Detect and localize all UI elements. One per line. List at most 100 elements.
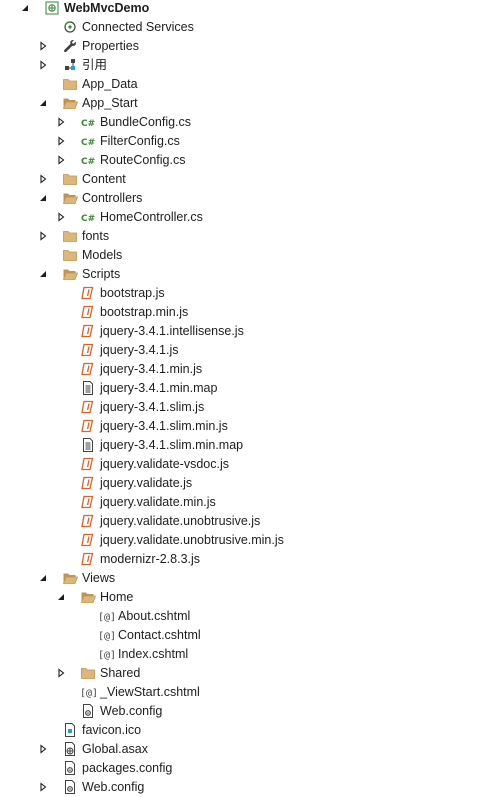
- tree-item-properties[interactable]: Properties: [0, 37, 482, 56]
- tree-item-controllers[interactable]: Controllers: [0, 189, 482, 208]
- expanded-chevron-icon[interactable]: [20, 3, 30, 13]
- tree-item-label: jquery.validate-vsdoc.js: [100, 457, 229, 471]
- tree-item-bundleconfig-cs[interactable]: C# BundleConfig.cs: [0, 113, 482, 132]
- tree-item-label: Index.cshtml: [118, 647, 189, 661]
- tree-item-label: Models: [82, 248, 123, 262]
- tree-item-jquery-3-4-1-intellisense-js[interactable]: jquery-3.4.1.intellisense.js: [0, 322, 482, 341]
- tree-item-jquery-3-4-1-slim-js[interactable]: jquery-3.4.1.slim.js: [0, 398, 482, 417]
- tree-item-bootstrap-js[interactable]: bootstrap.js: [0, 284, 482, 303]
- tree-item-app-data[interactable]: App_Data: [0, 75, 482, 94]
- tree-item-models[interactable]: Models: [0, 246, 482, 265]
- expanded-chevron-icon[interactable]: [56, 592, 66, 602]
- tree-item-fonts[interactable]: fonts: [0, 227, 482, 246]
- collapsed-chevron-icon[interactable]: [38, 60, 48, 70]
- svg-text:C#: C#: [81, 157, 95, 167]
- tree-item-homecontroller-cs[interactable]: C# HomeController.cs: [0, 208, 482, 227]
- tree-item-connected-services[interactable]: Connected Services: [0, 18, 482, 37]
- js-file-icon: [80, 494, 96, 510]
- tree-item-label: About.cshtml: [118, 609, 191, 623]
- tree-item-jquery-3-4-1-min-js[interactable]: jquery-3.4.1.min.js: [0, 360, 482, 379]
- tree-item-label: favicon.ico: [82, 723, 142, 737]
- config-file-icon: [80, 703, 96, 719]
- tree-item-label: Web.config: [100, 704, 163, 718]
- text-file-icon: [80, 437, 96, 453]
- tree-item-label: jquery.validate.min.js: [100, 495, 216, 509]
- tree-item-shared[interactable]: Shared: [0, 664, 482, 683]
- svg-text:C#: C#: [81, 214, 95, 224]
- tree-item-label: 引用: [82, 58, 108, 72]
- js-file-icon: [80, 399, 96, 415]
- collapsed-chevron-icon[interactable]: [56, 668, 66, 678]
- collapsed-chevron-icon[interactable]: [38, 231, 48, 241]
- expanded-chevron-icon[interactable]: [38, 193, 48, 203]
- collapsed-chevron-icon[interactable]: [56, 117, 66, 127]
- svg-text:[@]: [@]: [80, 688, 96, 699]
- js-file-icon: [80, 342, 96, 358]
- tree-item-jquery-validate-min-js[interactable]: jquery.validate.min.js: [0, 493, 482, 512]
- global-asax-icon: [62, 741, 78, 757]
- csharp-file-icon: C#: [80, 114, 96, 130]
- tree-item-webmvcdemo[interactable]: WebMvcDemo: [0, 0, 482, 18]
- svg-text:[@]: [@]: [98, 612, 114, 623]
- tree-item-jquery-3-4-1-js[interactable]: jquery-3.4.1.js: [0, 341, 482, 360]
- tree-item-bootstrap-min-js[interactable]: bootstrap.min.js: [0, 303, 482, 322]
- tree-item-modernizr-2-8-3-js[interactable]: modernizr-2.8.3.js: [0, 550, 482, 569]
- tree-item-scripts[interactable]: Scripts: [0, 265, 482, 284]
- tree-item-jquery-3-4-1-min-map[interactable]: jquery-3.4.1.min.map: [0, 379, 482, 398]
- tree-item-views[interactable]: Views: [0, 569, 482, 588]
- js-file-icon: [80, 532, 96, 548]
- js-file-icon: [80, 418, 96, 434]
- collapsed-chevron-icon[interactable]: [56, 136, 66, 146]
- tree-item-filterconfig-cs[interactable]: C# FilterConfig.cs: [0, 132, 482, 151]
- folder-open-icon: [62, 95, 78, 111]
- tree-item-global-asax[interactable]: Global.asax: [0, 740, 482, 759]
- tree-item-favicon-ico[interactable]: favicon.ico: [0, 721, 482, 740]
- tree-item-packages-config[interactable]: packages.config: [0, 759, 482, 778]
- tree-item-web-config[interactable]: Web.config: [0, 702, 482, 721]
- tree-item-viewstart-cshtml[interactable]: [@] _ViewStart.cshtml: [0, 683, 482, 702]
- tree-item-item[interactable]: 引用: [0, 56, 482, 75]
- folder-icon: [62, 247, 78, 263]
- config-file-icon: [62, 779, 78, 795]
- folder-icon: [80, 665, 96, 681]
- tree-item-label: WebMvcDemo: [64, 1, 150, 15]
- tree-item-label: jquery.validate.js: [100, 476, 193, 490]
- tree-item-web-config[interactable]: Web.config: [0, 778, 482, 797]
- tree-item-contact-cshtml[interactable]: [@] Contact.cshtml: [0, 626, 482, 645]
- collapsed-chevron-icon[interactable]: [38, 41, 48, 51]
- tree-item-app-start[interactable]: App_Start: [0, 94, 482, 113]
- collapsed-chevron-icon[interactable]: [38, 174, 48, 184]
- tree-item-label: jquery-3.4.1.slim.js: [100, 400, 205, 414]
- tree-item-label: Properties: [82, 39, 139, 53]
- tree-item-index-cshtml[interactable]: [@] Index.cshtml: [0, 645, 482, 664]
- svg-text:[@]: [@]: [98, 631, 114, 642]
- tree-item-label: FilterConfig.cs: [100, 134, 180, 148]
- tree-item-label: jquery-3.4.1.slim.min.js: [100, 419, 228, 433]
- folder-icon: [62, 76, 78, 92]
- expanded-chevron-icon[interactable]: [38, 573, 48, 583]
- tree-item-jquery-validate-unobtrusive-min-js[interactable]: jquery.validate.unobtrusive.min.js: [0, 531, 482, 550]
- tree-item-jquery-validate-unobtrusive-js[interactable]: jquery.validate.unobtrusive.js: [0, 512, 482, 531]
- tree-item-home[interactable]: Home: [0, 588, 482, 607]
- tree-item-jquery-validate-js[interactable]: jquery.validate.js: [0, 474, 482, 493]
- tree-item-jquery-3-4-1-slim-min-map[interactable]: jquery-3.4.1.slim.min.map: [0, 436, 482, 455]
- collapsed-chevron-icon[interactable]: [38, 744, 48, 754]
- tree-item-label: jquery.validate.unobtrusive.min.js: [100, 533, 284, 547]
- tree-item-label: HomeController.cs: [100, 210, 203, 224]
- collapsed-chevron-icon[interactable]: [56, 155, 66, 165]
- csharp-file-icon: C#: [80, 152, 96, 168]
- tree-item-label: fonts: [82, 229, 110, 243]
- tree-item-content[interactable]: Content: [0, 170, 482, 189]
- collapsed-chevron-icon[interactable]: [56, 212, 66, 222]
- expanded-chevron-icon[interactable]: [38, 98, 48, 108]
- tree-item-label: jquery-3.4.1.min.map: [100, 381, 218, 395]
- csharp-file-icon: C#: [80, 133, 96, 149]
- tree-item-jquery-validate-vsdoc-js[interactable]: jquery.validate-vsdoc.js: [0, 455, 482, 474]
- tree-item-routeconfig-cs[interactable]: C# RouteConfig.cs: [0, 151, 482, 170]
- expanded-chevron-icon[interactable]: [38, 269, 48, 279]
- tree-item-label: _ViewStart.cshtml: [100, 685, 200, 699]
- tree-item-about-cshtml[interactable]: [@] About.cshtml: [0, 607, 482, 626]
- js-file-icon: [80, 475, 96, 491]
- collapsed-chevron-icon[interactable]: [38, 782, 48, 792]
- tree-item-jquery-3-4-1-slim-min-js[interactable]: jquery-3.4.1.slim.min.js: [0, 417, 482, 436]
